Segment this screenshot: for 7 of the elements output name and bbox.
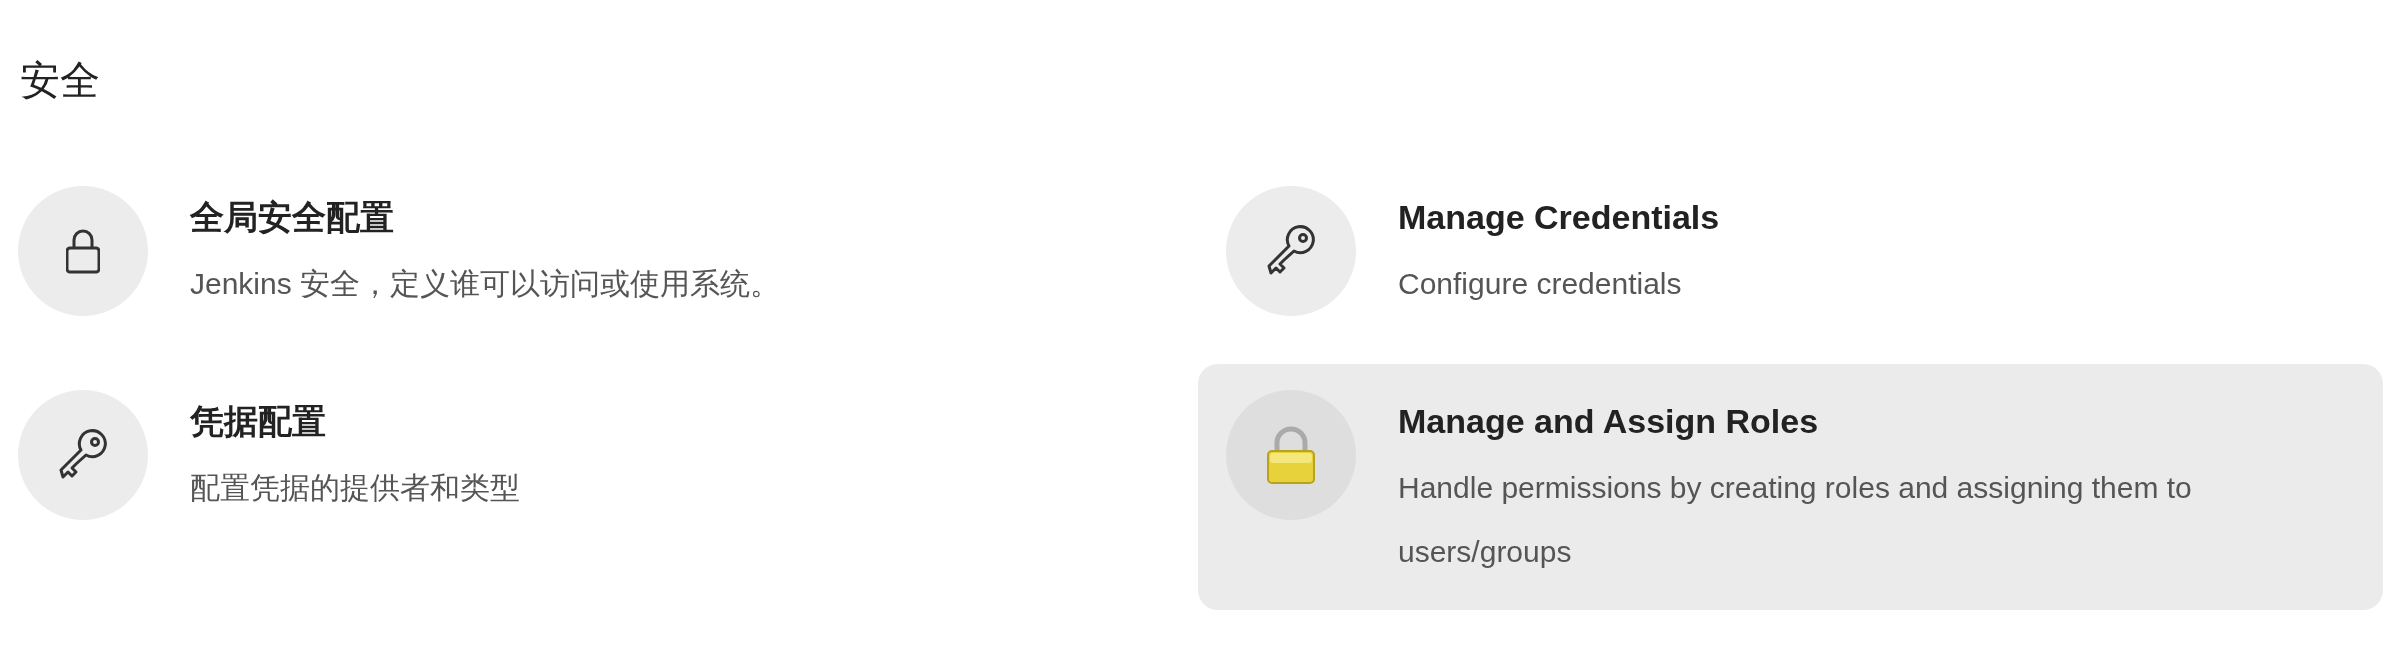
settings-link[interactable]: Manage and Assign Roles Handle permissions by creating roles and assigning them to users/groups xyxy=(1198,364,2383,610)
settings-link[interactable]: Manage Credentials Configure credentials xyxy=(1198,160,2383,342)
section-heading: 安全 xyxy=(20,57,101,104)
lock-icon xyxy=(66,228,100,274)
settings-link[interactable]: 全局安全配置 Jenkins 安全，定义谁可以访问或使用系统。 xyxy=(0,160,1198,342)
padlock-icon xyxy=(1265,425,1317,485)
settings-link[interactable]: 凭据配置 配置凭据的提供者和类型 xyxy=(0,364,1198,546)
